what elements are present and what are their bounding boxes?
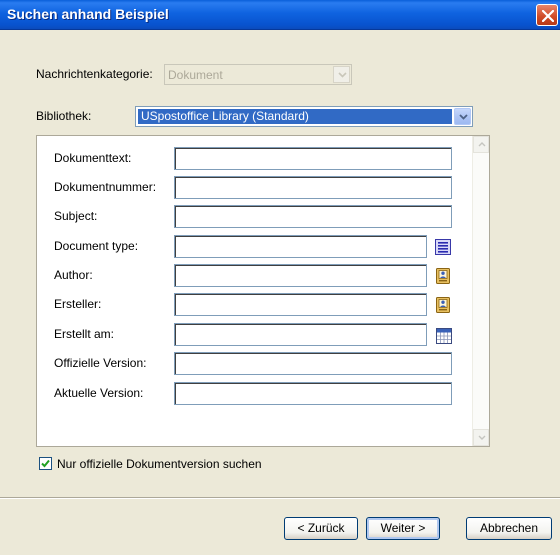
category-select[interactable]: Dokument: [164, 64, 352, 85]
category-value: Dokument: [168, 68, 223, 82]
ersteller-field[interactable]: [174, 293, 427, 316]
erstellt-am-field[interactable]: [174, 323, 427, 346]
library-label: Bibliothek:: [36, 109, 92, 123]
field-label-dokumentnummer: Dokumentnummer:: [54, 180, 157, 194]
field-label-offizielle-version: Offizielle Version:: [54, 356, 147, 370]
scroll-up-button[interactable]: [473, 136, 489, 153]
offizielle-version-field[interactable]: [174, 352, 452, 375]
back-button[interactable]: < Zurück: [284, 517, 358, 540]
chevron-down-icon: [338, 72, 347, 78]
category-dropdown-button[interactable]: [333, 66, 350, 83]
address-book-icon[interactable]: [435, 297, 451, 313]
aktuelle-version-input[interactable]: [176, 384, 450, 403]
cancel-button[interactable]: Abbrechen: [466, 517, 552, 540]
footer-separator: [0, 497, 560, 499]
ersteller-input[interactable]: [176, 295, 425, 314]
library-value: USpostoffice Library (Standard): [138, 109, 452, 124]
erstellt-am-input[interactable]: [176, 325, 425, 344]
field-label-erstellt-am: Erstellt am:: [54, 327, 115, 341]
calendar-icon[interactable]: [436, 328, 452, 344]
checkmark-icon: [41, 459, 50, 468]
chevron-down-icon: [478, 435, 486, 440]
close-icon: [542, 10, 554, 22]
scroll-down-button[interactable]: [473, 429, 489, 446]
chevron-down-icon: [459, 114, 468, 120]
subject-field[interactable]: [174, 205, 452, 228]
window-title: Suchen anhand Beispiel: [7, 6, 169, 22]
dokumentnummer-field[interactable]: [174, 176, 452, 199]
address-book-icon[interactable]: [435, 268, 451, 284]
field-label-subject: Subject:: [54, 209, 98, 223]
field-label-author: Author:: [54, 268, 93, 282]
vertical-scrollbar[interactable]: [472, 136, 489, 446]
author-field[interactable]: [174, 264, 427, 287]
dokumentnummer-input[interactable]: [176, 178, 450, 197]
author-input[interactable]: [176, 266, 425, 285]
subject-input[interactable]: [176, 207, 450, 226]
official-version-checkbox-label: Nur offizielle Dokumentversion suchen: [57, 457, 262, 471]
dokumenttext-input[interactable]: [176, 149, 450, 168]
next-button[interactable]: Weiter >: [366, 517, 440, 540]
dokumenttext-field[interactable]: [174, 147, 452, 170]
chevron-up-icon: [478, 142, 486, 147]
library-dropdown-button[interactable]: [454, 108, 471, 125]
library-select[interactable]: USpostoffice Library (Standard): [135, 106, 473, 127]
aktuelle-version-field[interactable]: [174, 382, 452, 405]
field-label-dokumenttext: Dokumenttext:: [54, 151, 132, 165]
list-icon[interactable]: [435, 239, 451, 255]
field-label-aktuelle-version: Aktuelle Version:: [54, 386, 144, 400]
document-type-field[interactable]: [174, 235, 427, 258]
title-bar: Suchen anhand Beispiel: [0, 0, 560, 30]
official-version-checkbox[interactable]: [39, 457, 52, 470]
offizielle-version-input[interactable]: [176, 354, 450, 373]
close-button[interactable]: [536, 4, 558, 26]
field-label-ersteller: Ersteller:: [54, 297, 102, 311]
document-type-input[interactable]: [176, 237, 425, 256]
field-label-document-type: Document type:: [54, 239, 139, 253]
category-label: Nachrichtenkategorie:: [36, 67, 153, 81]
